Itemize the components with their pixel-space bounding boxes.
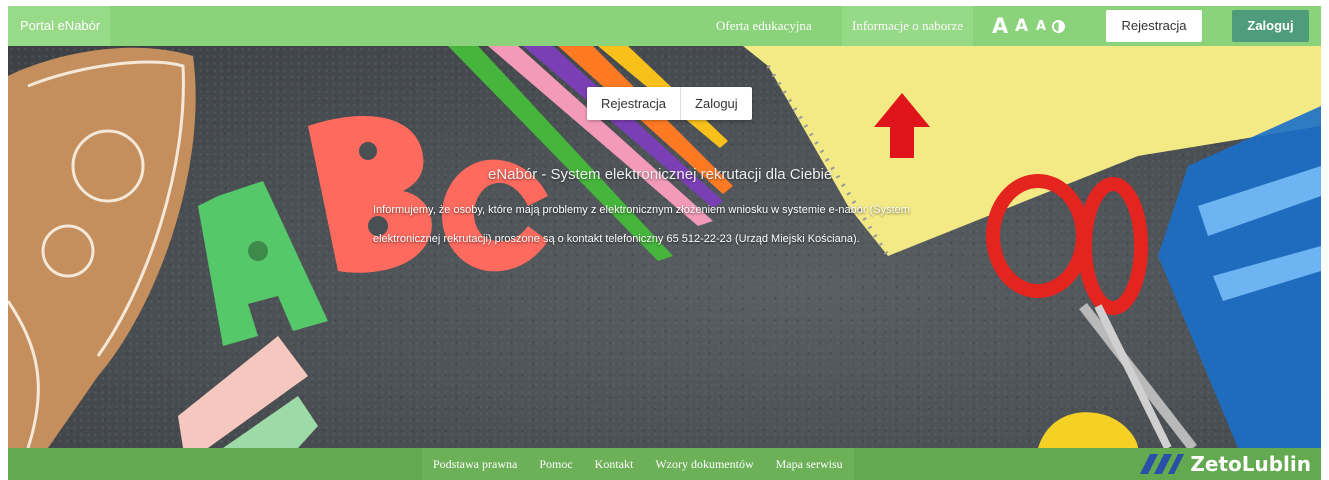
hero-info-text: Informujemy, że osoby, które mają proble…: [373, 204, 910, 245]
zeto-logo-icon: [1140, 454, 1185, 474]
font-size-medium-button[interactable]: A: [1015, 6, 1028, 46]
zeto-lublin-logo[interactable]: ZetoLublin: [1140, 450, 1311, 478]
font-size-small-button[interactable]: A: [1036, 6, 1046, 46]
login-button[interactable]: Zaloguj: [1232, 10, 1309, 42]
hero-register-button[interactable]: Rejestracja: [587, 87, 680, 120]
rocket-illustration: [8, 47, 196, 448]
hero-login-button[interactable]: Zaloguj: [680, 87, 752, 120]
blue-toy: [1158, 106, 1321, 448]
red-up-arrow-icon: [874, 93, 930, 158]
nav-oferta-edukacyjna[interactable]: Oferta edukacyjna: [716, 6, 812, 46]
footer-bar: Podstawa prawna Pomoc Kontakt Wzory doku…: [8, 448, 1321, 480]
page: Portal eNabór Oferta edukacyjna Informac…: [8, 6, 1321, 480]
footer-links: Podstawa prawna Pomoc Kontakt Wzory doku…: [422, 448, 854, 480]
yellow-ball: [1038, 412, 1138, 448]
nav-informacje-o-naborze[interactable]: Informacje o naborze: [842, 6, 974, 46]
register-button[interactable]: Rejestracja: [1106, 10, 1202, 42]
brand-link[interactable]: Portal eNabór: [8, 6, 110, 46]
footer-link-mapa-serwisu[interactable]: Mapa serwisu: [765, 448, 854, 480]
red-scissors: [986, 174, 1197, 448]
footer-link-kontakt[interactable]: Kontakt: [584, 448, 645, 480]
footer-link-pomoc[interactable]: Pomoc: [528, 448, 583, 480]
hero-title: eNabór - System elektronicznej rekrutacj…: [488, 166, 833, 183]
font-size-large-button[interactable]: A: [992, 6, 1008, 46]
top-navbar: Portal eNabór Oferta edukacyjna Informac…: [8, 6, 1321, 46]
hero-banner: Rejestracja Zaloguj eNabór - System elek…: [8, 46, 1321, 448]
logo-text: ZetoLublin: [1190, 452, 1311, 476]
footer-link-wzory-dokumentow[interactable]: Wzory dokumentów: [644, 448, 764, 480]
hero-button-group: Rejestracja Zaloguj: [587, 87, 752, 120]
chalk-pieces: [178, 336, 318, 448]
letter-a-green: [198, 181, 328, 346]
contrast-icon[interactable]: [1052, 6, 1065, 46]
footer-link-podstawa-prawna[interactable]: Podstawa prawna: [422, 448, 528, 480]
